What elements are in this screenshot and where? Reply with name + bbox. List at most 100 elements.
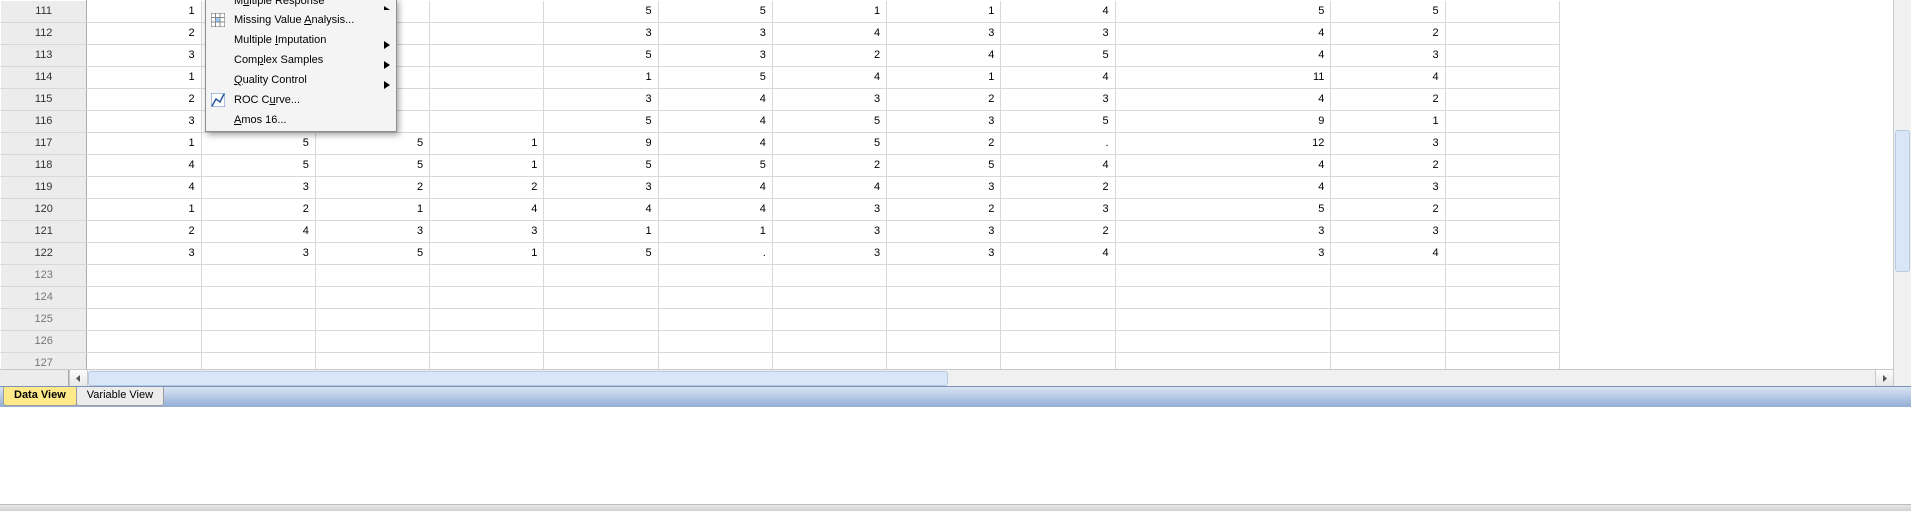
menu-item[interactable]: Multiple Response [208, 0, 394, 10]
cell[interactable]: 5 [315, 155, 429, 177]
row-header[interactable]: 112 [1, 23, 87, 45]
cell[interactable]: 5 [658, 1, 772, 23]
row-header[interactable]: 120 [1, 199, 87, 221]
cell[interactable]: 2 [1001, 177, 1115, 199]
cell[interactable]: 5 [1001, 111, 1115, 133]
tab-variable-view[interactable]: Variable View [76, 387, 164, 406]
cell[interactable]: 3 [1331, 177, 1445, 199]
cell[interactable]: 4 [772, 67, 886, 89]
cell[interactable]: 3 [887, 177, 1001, 199]
cell[interactable]: 2 [315, 177, 429, 199]
cell[interactable]: 2 [87, 23, 201, 45]
menu-item[interactable]: Missing Value Analysis... [208, 10, 394, 30]
cell[interactable]: 5 [658, 67, 772, 89]
row-header[interactable]: 122 [1, 243, 87, 265]
cell[interactable] [1001, 331, 1115, 353]
cell[interactable]: 2 [1001, 221, 1115, 243]
cell[interactable]: 5 [1115, 1, 1331, 23]
cell[interactable]: 4 [887, 45, 1001, 67]
cell[interactable]: 4 [1001, 1, 1115, 23]
cell[interactable] [1445, 221, 1559, 243]
row-header[interactable]: 118 [1, 155, 87, 177]
cell[interactable] [1115, 331, 1331, 353]
cell[interactable] [1445, 331, 1559, 353]
cell[interactable]: 1 [544, 67, 658, 89]
cell[interactable]: 3 [658, 45, 772, 67]
cell[interactable] [887, 309, 1001, 331]
cell[interactable]: 4 [658, 111, 772, 133]
cell[interactable]: 1 [1331, 111, 1445, 133]
cell[interactable]: 4 [1115, 23, 1331, 45]
cell[interactable] [1115, 353, 1331, 370]
cell[interactable]: 1 [430, 243, 544, 265]
cell[interactable] [87, 287, 201, 309]
cell[interactable] [201, 309, 315, 331]
cell[interactable] [1445, 265, 1559, 287]
cell[interactable] [430, 89, 544, 111]
cell[interactable]: 5 [544, 45, 658, 67]
cell[interactable]: 5 [201, 155, 315, 177]
cell[interactable]: 1 [772, 1, 886, 23]
cell[interactable]: 2 [87, 221, 201, 243]
cell[interactable] [87, 265, 201, 287]
cell[interactable]: 2 [772, 45, 886, 67]
cell[interactable]: 3 [201, 243, 315, 265]
cell[interactable] [772, 353, 886, 370]
cell[interactable]: 4 [658, 89, 772, 111]
cell[interactable] [658, 287, 772, 309]
cell[interactable] [772, 287, 886, 309]
cell[interactable] [1445, 177, 1559, 199]
cell[interactable]: 3 [1331, 45, 1445, 67]
cell[interactable]: 4 [1115, 89, 1331, 111]
cell[interactable] [1445, 1, 1559, 23]
cell[interactable]: 5 [1115, 199, 1331, 221]
cell[interactable]: 4 [1115, 177, 1331, 199]
analyze-submenu[interactable]: Multiple ResponseMissing Value Analysis.… [205, 0, 397, 132]
cell[interactable] [1445, 353, 1559, 370]
cell[interactable]: 4 [1001, 67, 1115, 89]
cell[interactable]: 4 [772, 23, 886, 45]
row-header[interactable]: 125 [1, 309, 87, 331]
cell[interactable]: 3 [1331, 133, 1445, 155]
cell[interactable]: 3 [1331, 221, 1445, 243]
cell[interactable] [1445, 287, 1559, 309]
cell[interactable]: 3 [772, 243, 886, 265]
cell[interactable] [1115, 309, 1331, 331]
cell[interactable] [1445, 309, 1559, 331]
cell[interactable]: 3 [201, 177, 315, 199]
cell[interactable] [1331, 309, 1445, 331]
cell[interactable] [887, 287, 1001, 309]
horizontal-scroll-thumb[interactable] [88, 371, 948, 386]
cell[interactable]: 3 [887, 243, 1001, 265]
cell[interactable]: 4 [1115, 45, 1331, 67]
scroll-right-button[interactable] [1875, 370, 1894, 387]
cell[interactable] [430, 353, 544, 370]
row-header[interactable]: 115 [1, 89, 87, 111]
cell[interactable] [887, 331, 1001, 353]
cell[interactable] [430, 45, 544, 67]
cell[interactable] [430, 23, 544, 45]
cell[interactable]: 3 [544, 23, 658, 45]
cell[interactable] [201, 331, 315, 353]
cell[interactable]: 3 [1001, 199, 1115, 221]
cell[interactable] [430, 331, 544, 353]
row-header[interactable]: 126 [1, 331, 87, 353]
cell[interactable] [1115, 265, 1331, 287]
cell[interactable]: 3 [544, 177, 658, 199]
cell[interactable]: 3 [887, 23, 1001, 45]
cell[interactable]: . [1001, 133, 1115, 155]
cell[interactable]: 3 [1001, 89, 1115, 111]
row-header[interactable]: 113 [1, 45, 87, 67]
cell[interactable] [201, 265, 315, 287]
menu-item[interactable]: ROC Curve... [208, 90, 394, 110]
tab-data-view[interactable]: Data View [3, 387, 77, 406]
cell[interactable]: 3 [544, 89, 658, 111]
cell[interactable]: 2 [1331, 155, 1445, 177]
cell[interactable] [1001, 287, 1115, 309]
cell[interactable]: 5 [544, 1, 658, 23]
cell[interactable] [1445, 67, 1559, 89]
cell[interactable]: 12 [1115, 133, 1331, 155]
cell[interactable]: 2 [772, 155, 886, 177]
cell[interactable] [1331, 331, 1445, 353]
cell[interactable] [1445, 89, 1559, 111]
